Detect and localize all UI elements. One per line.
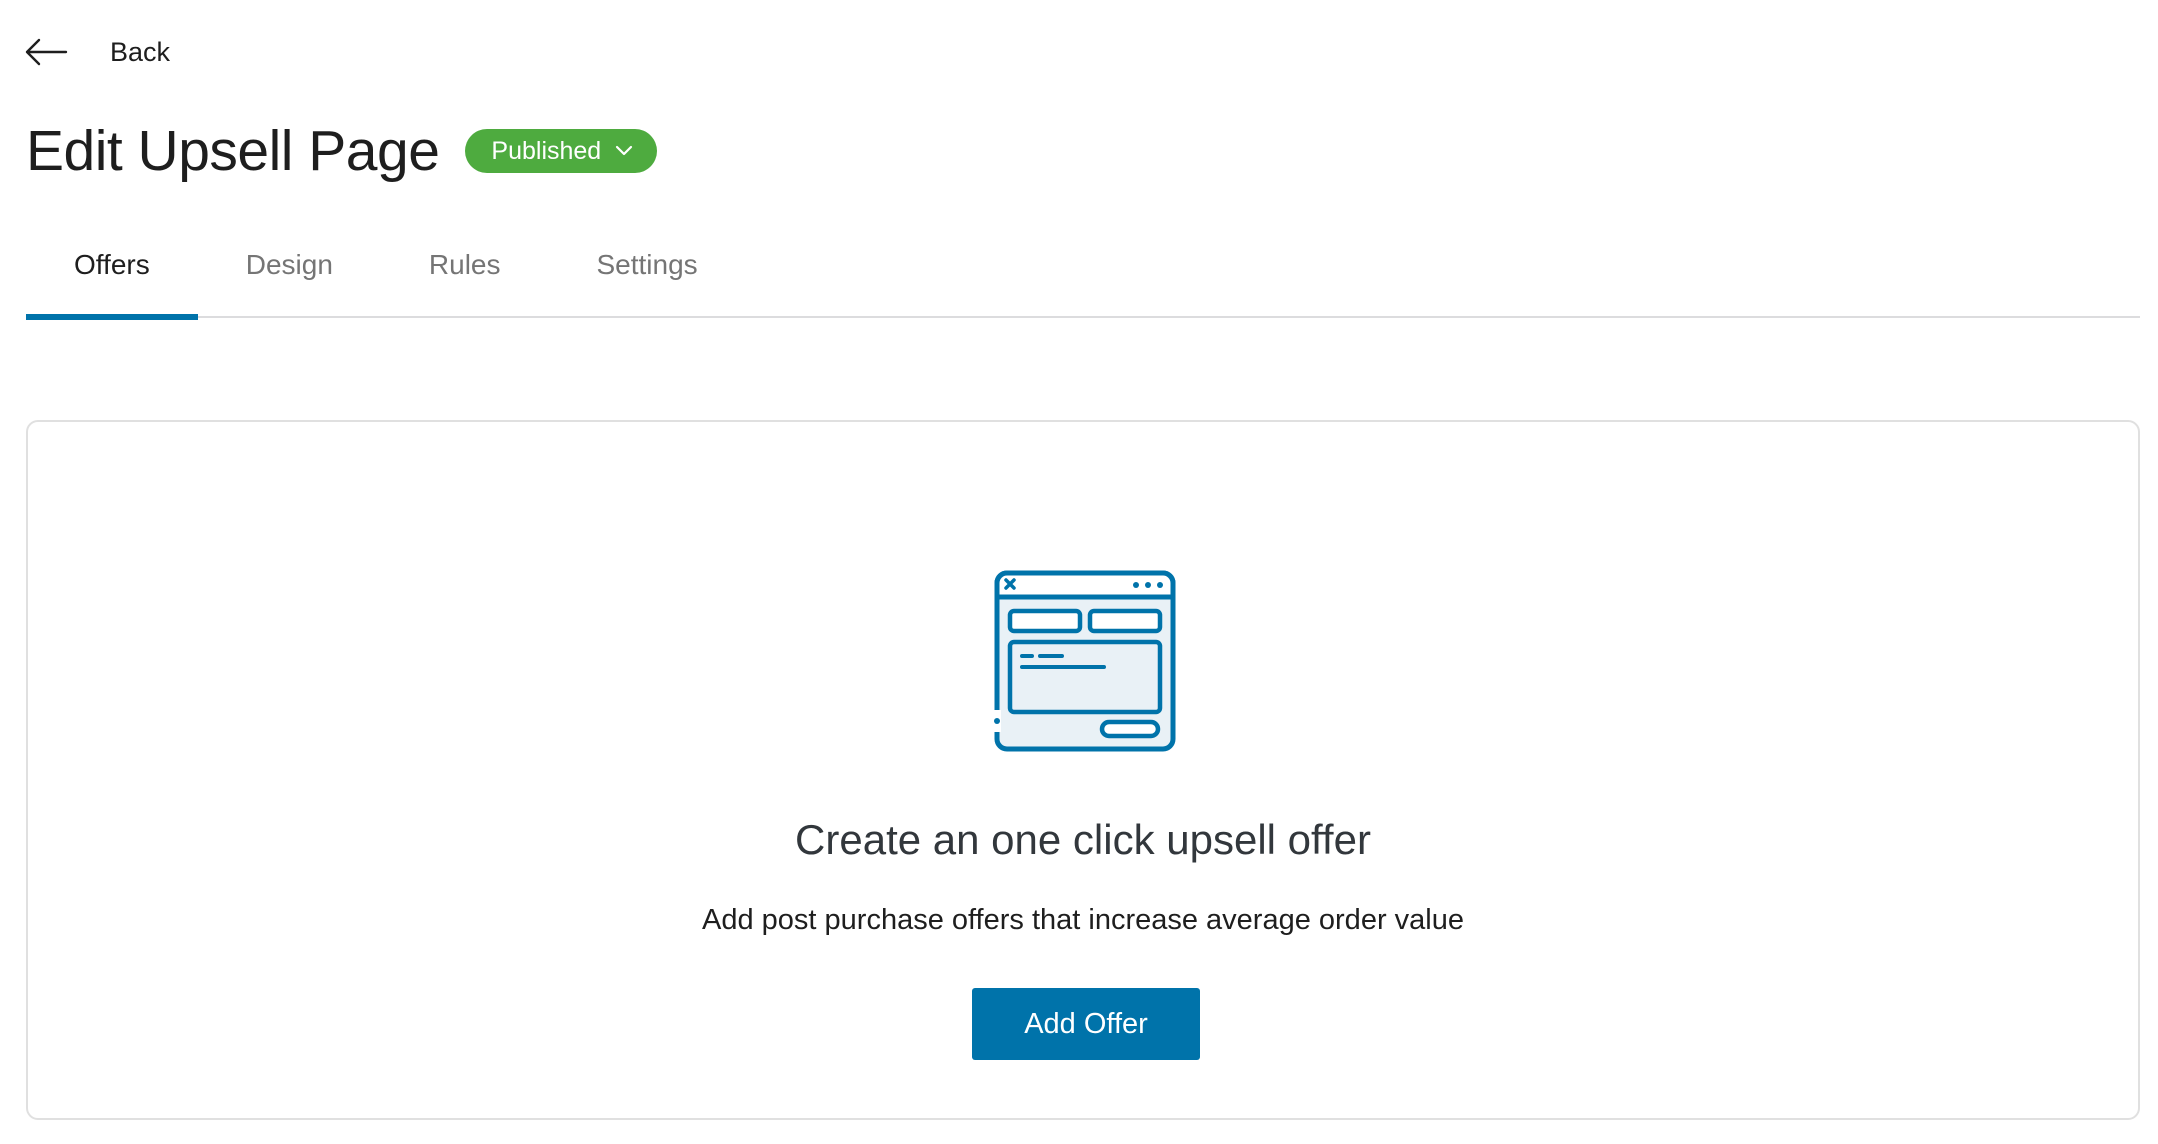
add-offer-button[interactable]: Add Offer — [972, 988, 1200, 1060]
title-row: Edit Upsell Page Published — [26, 118, 658, 184]
arrow-left-icon — [24, 30, 68, 74]
browser-window-icon — [994, 570, 1176, 752]
status-dropdown[interactable]: Published — [465, 129, 658, 173]
edit-upsell-page: Back Edit Upsell Page Published Offers D… — [0, 0, 2158, 1144]
tab-offers[interactable]: Offers — [26, 235, 198, 320]
back-label: Back — [110, 36, 171, 67]
tab-design[interactable]: Design — [198, 235, 381, 318]
empty-state-card: Create an one click upsell offer Add pos… — [26, 420, 2140, 1120]
status-label: Published — [491, 136, 602, 165]
page-title: Edit Upsell Page — [26, 119, 440, 183]
chevron-down-icon — [615, 145, 633, 157]
back-button[interactable]: Back — [24, 30, 170, 74]
tab-bar: Offers Design Rules Settings — [26, 235, 2140, 320]
tab-settings[interactable]: Settings — [549, 235, 746, 318]
tab-rules[interactable]: Rules — [381, 235, 549, 318]
empty-state-description: Add post purchase offers that increase a… — [702, 904, 1464, 936]
empty-state-title: Create an one click upsell offer — [795, 816, 1371, 863]
